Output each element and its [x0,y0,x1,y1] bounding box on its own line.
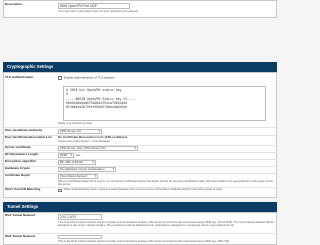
ipv6-network-help: This is the IPv6 virtual network used fo… [58,238,230,243]
ipv4-network-label: IPv4 Tunnel Network [5,213,36,217]
cert-depth-label: Certificate Depth [5,173,30,177]
chevron-down-icon: ▾ [92,160,94,164]
tls-auth-row: TLS Authentication Enable authentication… [0,75,280,80]
ipv4-network-row: IPv4 Tunnel Network 10.0.1.0/24 This is … [0,213,280,228]
dh-param-selected: 2048 [60,153,67,157]
strict-user-cn-label: Strict User/CN Matching [5,187,41,191]
description-help: You may enter a description here for you… [58,9,139,13]
hw-crypto-select[interactable]: No Hardware Crypto Acceleration ▾ [58,167,116,172]
encryption-selected: BF-CBC (128-bit) [60,160,84,164]
chevron-down-icon: ▾ [134,146,136,150]
tls-auth-checkbox[interactable] [58,75,62,80]
chevron-down-icon: ▾ [70,153,72,157]
divider [3,233,277,234]
peer-ca-row: Peer Certificate Authority VPN-Server CA… [0,128,280,134]
description-row: Description WAN OpenVPN Port UDP You may… [0,2,280,13]
strict-user-cn-help: When authenticating users, enforce a mat… [63,187,223,191]
server-cert-selected: VPN-Server (CA: VPN-Server CA) [60,146,106,150]
strict-user-cn-row: Strict User/CN Matching When authenticat… [0,187,280,193]
dh-param-label: DH Parameters Length [5,152,39,156]
ipv4-network-help: This is the IPv4 virtual network used fo… [58,220,274,228]
chevron-down-icon: ▾ [94,174,96,178]
tls-auth-checkbox-text: Enable authentication of TLS packets. [63,75,116,80]
hw-crypto-selected: No Hardware Crypto Acceleration [60,167,105,171]
peer-crl-label: Peer Certificate Revocation List [5,135,52,139]
hw-crypto-label: Hardware Crypto [5,166,30,170]
server-cert-select[interactable]: VPN-Server (CA: VPN-Server CA) ▾ [58,146,138,151]
tls-auth-label: TLS Authentication [5,75,34,79]
encryption-select[interactable]: BF-CBC (128-bit) ▾ [58,160,96,165]
description-label: Description [5,2,23,6]
peer-ca-label: Peer Certificate Authority [5,128,43,132]
cert-depth-row: Certificate Depth One (Client+Server) ▾ W… [0,173,280,187]
ipv6-network-row: IPv6 Tunnel Network This is the IPv6 vir… [0,234,280,243]
tls-key-textarea[interactable]: # 2048 bit OpenVPN static key # -----BEG… [63,86,266,121]
peer-ca-selected: VPN-Server CA [60,129,82,133]
peer-crl-help: Create one under System > Cert Manager. [58,138,111,143]
cert-depth-selected: One (Client+Server) [60,174,87,178]
peer-ca-select[interactable]: VPN-Server CA ▾ [58,129,102,134]
dh-param-select[interactable]: 2048 ▾ [58,153,74,158]
tls-auth-help: Paste your shared key here. [58,121,93,125]
dh-param-unit: bits [76,152,81,157]
ipv6-network-label: IPv6 Tunnel Network [5,234,36,238]
server-cert-row: Server Certificate VPN-Server (CA: VPN-S… [0,145,280,151]
encryption-label: Encryption algorithm [5,159,37,163]
strict-user-cn-checkbox[interactable] [58,188,62,193]
cert-depth-select[interactable]: One (Client+Server) ▾ [58,174,98,179]
cryptographic-settings-header: Cryptographic Settings [3,62,277,72]
dh-param-row: DH Parameters Length 2048 ▾ bits [0,152,280,158]
tls-key-line: 8f4e6e1e4b72bfe02ed57dbac8a1b5cb [66,105,128,110]
hw-crypto-row: Hardware Crypto No Hardware Crypto Accel… [0,166,280,172]
peer-crl-row: Peer Certificate Revocation List No Cert… [0,135,280,143]
tunnel-settings-header: Tunnel Settings [3,202,277,212]
chevron-down-icon: ▾ [112,167,114,171]
encryption-row: Encryption algorithm BF-CBC (128-bit) ▾ [0,159,280,165]
cert-depth-help: When a certificate-based client logs in,… [58,179,273,187]
divider [3,127,277,128]
chevron-down-icon: ▾ [98,129,100,133]
server-cert-label: Server Certificate [5,145,31,149]
